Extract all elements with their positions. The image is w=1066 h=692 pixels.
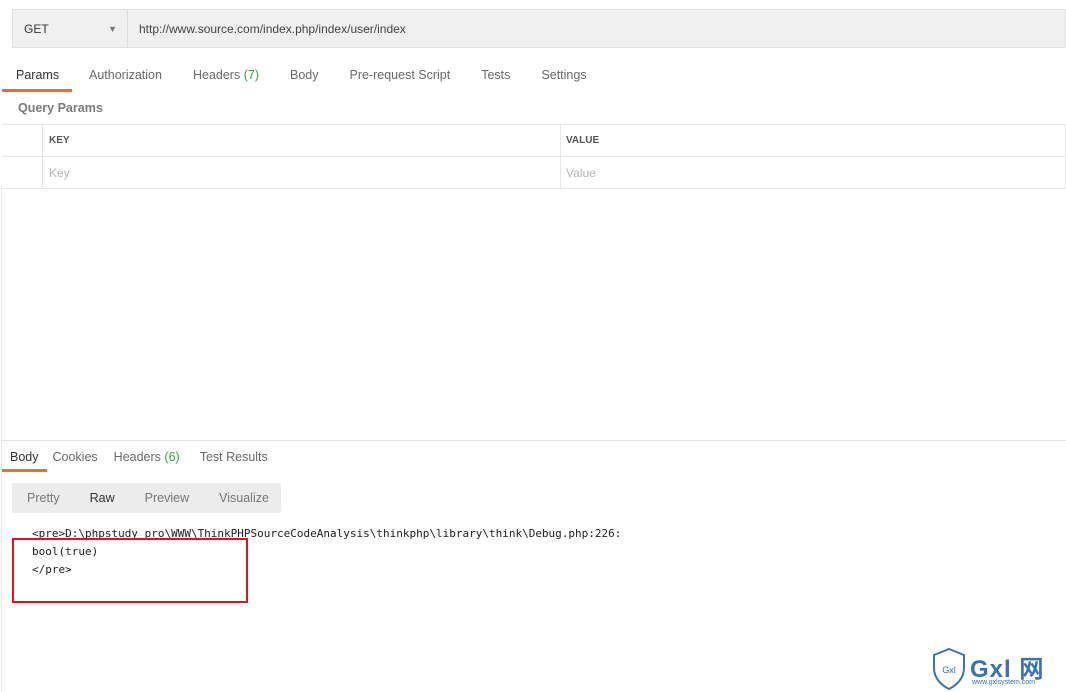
shield-icon: Gxl xyxy=(933,648,965,690)
tab-headers[interactable]: Headers (7) xyxy=(176,60,273,92)
value-input[interactable]: Value xyxy=(561,157,1066,188)
tab-tests[interactable]: Tests xyxy=(464,60,524,92)
watermark-logo: Gxl Gxl 网 www.gxlsystem.com xyxy=(930,646,1060,690)
method-label: GET xyxy=(24,21,49,36)
tab-authorization[interactable]: Authorization xyxy=(72,60,176,92)
headers-count: (7) xyxy=(243,68,259,82)
tab-test-results[interactable]: Test Results xyxy=(188,444,276,472)
row-checkbox[interactable] xyxy=(2,157,43,188)
checkbox-column xyxy=(2,125,43,156)
request-tabs: Params Authorization Headers (7) Body Pr… xyxy=(0,60,601,92)
key-header: KEY xyxy=(43,125,561,156)
view-mode-bar: Pretty Raw Preview Visualize xyxy=(12,483,281,513)
url-input[interactable]: http://www.source.com/index.php/index/us… xyxy=(128,10,406,47)
response-tabs: Body Cookies Headers (6) Test Results xyxy=(0,444,276,472)
tab-response-headers[interactable]: Headers (6) xyxy=(106,444,188,472)
query-params-table: KEY VALUE Key Value xyxy=(2,124,1066,189)
pane-divider[interactable] xyxy=(2,440,1066,441)
chevron-down-icon: ▼ xyxy=(108,23,117,34)
tab-body[interactable]: Body xyxy=(273,60,333,92)
raw-button[interactable]: Raw xyxy=(75,491,130,505)
response-headers-count: (6) xyxy=(164,450,180,464)
query-params-title: Query Params xyxy=(18,101,103,115)
shield-label: Gxl xyxy=(942,665,956,675)
tab-params[interactable]: Params xyxy=(0,60,72,92)
preview-button[interactable]: Preview xyxy=(130,491,204,505)
panel-border xyxy=(1,186,2,692)
table-row: Key Value xyxy=(2,157,1066,189)
method-select[interactable]: GET ▼ xyxy=(13,10,128,47)
tab-cookies[interactable]: Cookies xyxy=(47,444,106,472)
value-header: VALUE xyxy=(561,125,1066,156)
request-bar: GET ▼ http://www.source.com/index.php/in… xyxy=(12,9,1066,48)
tab-settings[interactable]: Settings xyxy=(524,60,600,92)
tab-response-body[interactable]: Body xyxy=(0,444,47,472)
watermark-url: www.gxlsystem.com xyxy=(972,679,1036,686)
pretty-button[interactable]: Pretty xyxy=(12,491,75,505)
highlight-annotation xyxy=(12,538,248,603)
key-input[interactable]: Key xyxy=(43,157,561,188)
tab-pre-request-script[interactable]: Pre-request Script xyxy=(332,60,464,92)
visualize-button[interactable]: Visualize xyxy=(204,491,284,505)
table-header-row: KEY VALUE xyxy=(2,125,1066,157)
